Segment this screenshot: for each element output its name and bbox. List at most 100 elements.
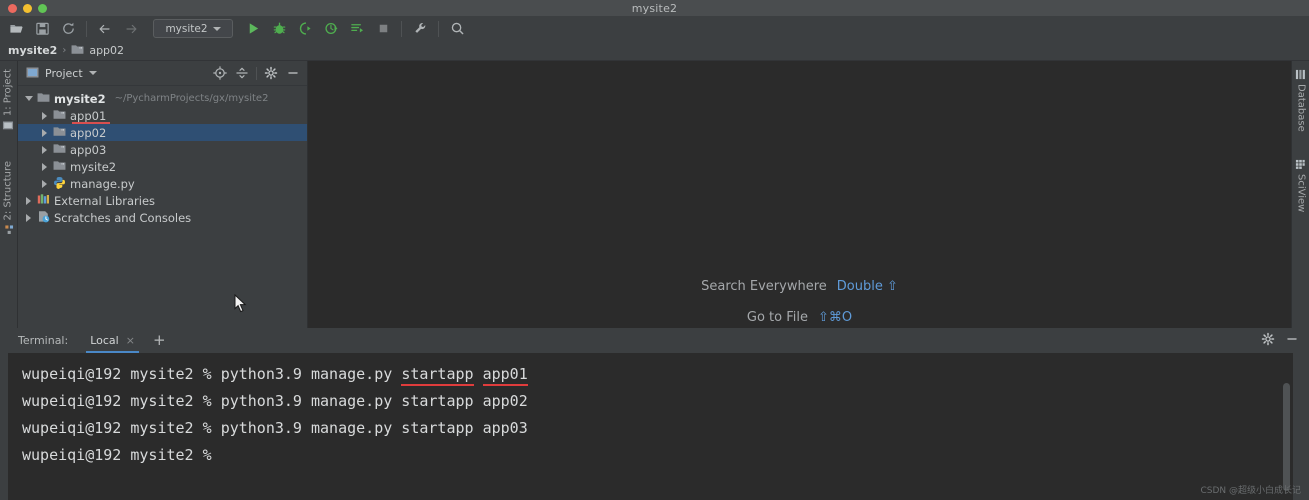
expand-arrow-right-icon[interactable] [40,145,49,154]
expand-arrow-right-icon[interactable] [40,128,49,137]
sidebar-item-project[interactable]: 1: Project [2,69,14,131]
terminal-window-label: Terminal: [18,334,68,347]
run-with-console-icon[interactable] [345,18,369,39]
profile-icon[interactable] [319,18,343,39]
project-scope-chevron-down-icon[interactable] [89,71,97,75]
stop-icon[interactable] [371,18,395,39]
navigate-forward-icon[interactable] [119,18,143,39]
main-toolbar: mysite2 [0,16,1309,41]
terminal-command: python3.9 manage.py startapp app02 [221,392,528,410]
tree-row-external-libraries[interactable]: External Libraries [18,192,307,209]
sidebar-item-sciview-label: SciView [1295,174,1306,212]
sidebar-item-structure[interactable]: 2: Structure [2,161,14,235]
hint-search-everywhere: Search Everywhere Double ⇧ [701,279,898,294]
tree-row-app01[interactable]: app01 [18,107,307,124]
hint-shortcut-label: ⇧⌘O [818,310,852,325]
settings-gear-icon[interactable] [263,65,279,81]
tree-row-label: mysite2 [70,160,116,174]
tree-row-app03[interactable]: app03 [18,141,307,158]
tree-row-manage-py[interactable]: manage.py [18,175,307,192]
sidebar-item-database-label: Database [1295,84,1306,132]
terminal-line: wupeiqi@192 mysite2 % python3.9 manage.p… [22,415,1293,442]
open-folder-icon[interactable] [4,18,28,39]
tree-row-project-root[interactable]: mysite2 ~/PycharmProjects/gx/mysite2 [18,90,307,107]
hint-action-label: Go to File [747,310,808,325]
run-coverage-icon[interactable] [293,18,317,39]
python-file-icon [53,176,66,192]
tree-row-label: app02 [70,126,106,140]
search-icon[interactable] [445,18,469,39]
project-window-icon [26,64,39,83]
expand-arrow-right-icon[interactable] [40,179,49,188]
locate-target-icon[interactable] [212,65,228,81]
save-all-icon[interactable] [30,18,54,39]
module-folder-icon [53,160,66,174]
folder-icon [71,44,84,58]
terminal-space [474,365,483,383]
expand-arrow-right-icon[interactable] [24,196,33,205]
debug-icon[interactable] [267,18,291,39]
project-panel-actions [212,65,301,81]
terminal-prompt: wupeiqi@192 mysite2 % [22,365,221,383]
database-icon [1295,69,1307,80]
expand-arrow-right-icon[interactable] [24,213,33,222]
window-title: mysite2 [0,2,1309,15]
run-icon[interactable] [241,18,265,39]
terminal-highlight-app01: app01 [483,361,528,388]
breadcrumb-item-root[interactable]: mysite2 [8,44,57,57]
sync-refresh-icon[interactable] [56,18,80,39]
project-panel-title: Project [45,67,83,80]
tree-row-scratches-and-consoles[interactable]: Scratches and Consoles [18,209,307,226]
run-configuration-selector[interactable]: mysite2 [153,19,233,38]
expand-arrow-right-icon[interactable] [40,111,49,120]
collapse-all-icon[interactable] [234,65,250,81]
run-configuration-label: mysite2 [165,23,207,35]
expand-arrow-down-icon[interactable] [24,94,33,103]
terminal-hide-icon[interactable] [1285,331,1299,350]
hide-panel-icon[interactable] [285,65,301,81]
sidebar-item-structure-label: 2: Structure [2,161,13,220]
add-terminal-tab-button[interactable]: + [153,333,166,348]
terminal-line: wupeiqi@192 mysite2 % python3.9 manage.p… [22,388,1293,415]
structure-icon [2,224,14,235]
terminal-settings-gear-icon[interactable] [1261,331,1275,350]
panel-action-divider [256,67,257,80]
terminal-header: Terminal: Local × + [0,328,1309,353]
project-tree: mysite2 ~/PycharmProjects/gx/mysite2 app… [18,86,307,328]
terminal-actions [1261,331,1309,350]
module-folder-icon [53,143,66,157]
terminal-tab-local[interactable]: Local × [82,328,143,353]
breadcrumb-item-current[interactable]: app02 [89,44,124,57]
watermark: CSDN @超级小白成长记 [1200,483,1301,496]
hint-action-label: Search Everywhere [701,279,827,294]
module-folder-icon [53,109,66,123]
settings-wrench-icon[interactable] [408,18,432,39]
chevron-down-icon [213,27,221,31]
terminal-command: python3.9 manage.py startapp app03 [221,419,528,437]
sidebar-item-sciview[interactable]: SciView [1295,159,1307,212]
expand-arrow-right-icon[interactable] [40,162,49,171]
tree-row-label: Scratches and Consoles [54,211,191,225]
close-icon[interactable]: × [126,334,135,347]
tree-row-mysite2-package[interactable]: mysite2 [18,158,307,175]
right-tool-rail: Database SciView [1291,61,1309,328]
project-root-path: ~/PycharmProjects/gx/mysite2 [115,93,269,104]
terminal-scrollbar[interactable] [1283,383,1290,491]
tree-row-label: app03 [70,143,106,157]
terminal-output[interactable]: wupeiqi@192 mysite2 % python3.9 manage.p… [8,353,1293,500]
editor-area[interactable]: Search Everywhere Double ⇧ Go to File ⇧⌘… [308,61,1291,328]
hint-shortcut-label: Double ⇧ [837,279,898,294]
scratches-icon [37,210,50,226]
tree-row-app02[interactable]: app02 [18,124,307,141]
toolbar-divider [86,21,87,37]
terminal-tool-window: Terminal: Local × + wupeiqi@192 mysite2 … [0,328,1309,500]
sidebar-item-database[interactable]: Database [1295,69,1307,132]
toolbar-divider-2 [401,21,402,37]
tree-row-label: External Libraries [54,194,155,208]
mouse-cursor [234,294,248,318]
navigate-back-icon[interactable] [93,18,117,39]
tree-row-label: manage.py [70,177,135,191]
breadcrumb-separator: › [62,45,66,56]
tree-row-label: mysite2 [54,92,106,106]
project-panel-header: Project [18,61,307,86]
